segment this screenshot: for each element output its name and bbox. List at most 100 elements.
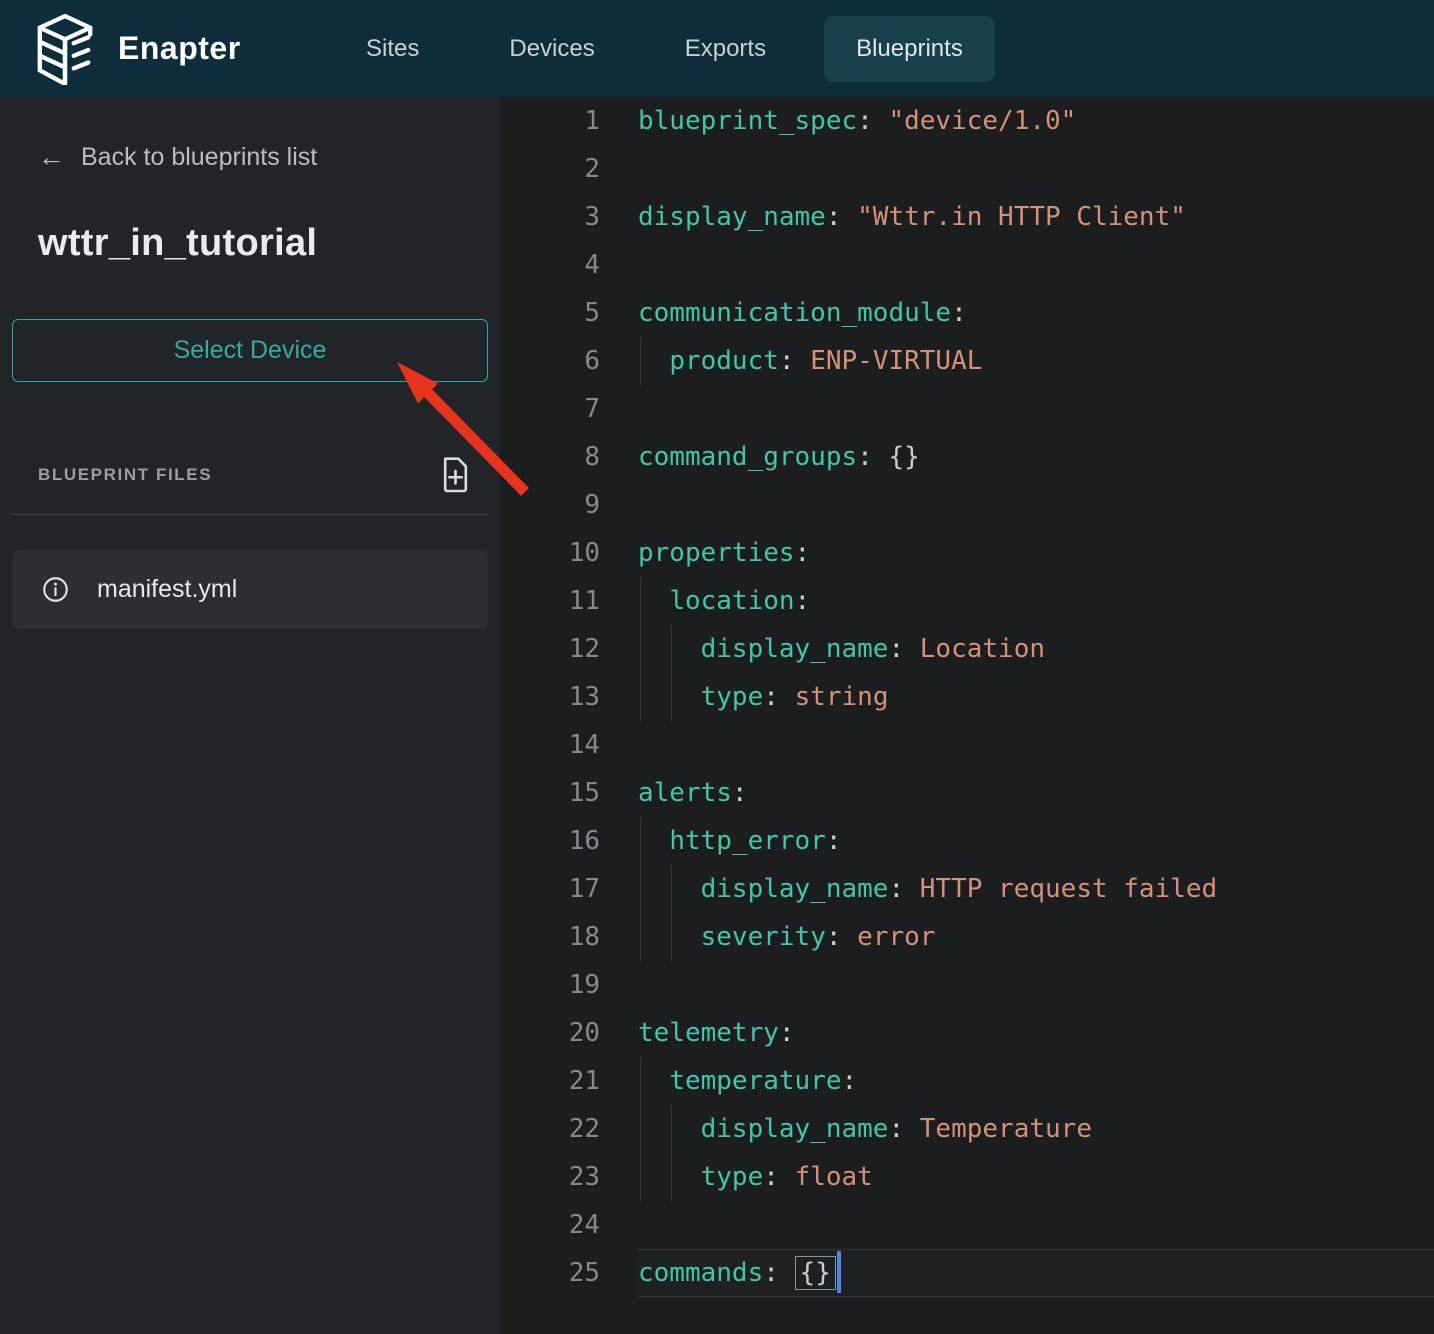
back-link-label: Back to blueprints list (81, 143, 317, 172)
editor-line-5[interactable]: 5communication_module: (500, 289, 1434, 337)
code-token-key: product (669, 346, 779, 376)
line-number: 9 (500, 481, 600, 529)
code-line-content (638, 241, 1434, 289)
code-line-content (638, 145, 1434, 193)
brand[interactable]: Enapter (34, 13, 334, 85)
editor-line-23[interactable]: 23 type: float (500, 1153, 1434, 1201)
line-number: 1 (500, 97, 600, 145)
editor-line-7[interactable]: 7 (500, 385, 1434, 433)
line-number: 22 (500, 1105, 600, 1153)
nav-item-sites[interactable]: Sites (334, 16, 451, 82)
code-line-content: commands: {} (638, 1249, 1434, 1297)
editor-line-25[interactable]: 25commands: {} (500, 1249, 1434, 1297)
indent-guide (640, 1105, 641, 1153)
editor-line-2[interactable]: 2 (500, 145, 1434, 193)
code-token-str: HTTP request failed (920, 874, 1217, 904)
editor-line-22[interactable]: 22 display_name: Temperature (500, 1105, 1434, 1153)
code-line-content (638, 961, 1434, 1009)
code-token-key: type (701, 1162, 764, 1192)
bracket-pair-highlight: {} (795, 1256, 836, 1290)
line-number: 23 (500, 1153, 600, 1201)
code-line-content: http_error: (638, 817, 1434, 865)
editor-line-4[interactable]: 4 (500, 241, 1434, 289)
editor-line-12[interactable]: 12 display_name: Location (500, 625, 1434, 673)
code-line-content (638, 721, 1434, 769)
code-line-content: display_name: Location (638, 625, 1434, 673)
line-number: 13 (500, 673, 600, 721)
code-token-punc: : (826, 922, 857, 952)
sidebar-divider (12, 514, 488, 515)
code-token-key: display_name (701, 1114, 889, 1144)
code-token-punc: : (888, 874, 919, 904)
code-token-punc: : (763, 1162, 794, 1192)
code-token-str: error (857, 922, 935, 952)
code-token-key: commands (638, 1258, 763, 1288)
code-token-key: display_name (701, 874, 889, 904)
sidebar: ← Back to blueprints list wttr_in_tutori… (0, 97, 500, 1334)
editor-line-17[interactable]: 17 display_name: HTTP request failed (500, 865, 1434, 913)
line-number: 18 (500, 913, 600, 961)
editor-line-10[interactable]: 10properties: (500, 529, 1434, 577)
line-number: 20 (500, 1009, 600, 1057)
nav-item-devices[interactable]: Devices (477, 16, 626, 82)
select-device-button[interactable]: Select Device (12, 319, 488, 382)
file-plus-icon (439, 455, 472, 494)
line-number: 10 (500, 529, 600, 577)
line-number: 3 (500, 193, 600, 241)
editor-line-6[interactable]: 6 product: ENP-VIRTUAL (500, 337, 1434, 385)
line-number: 16 (500, 817, 600, 865)
editor-line-24[interactable]: 24 (500, 1201, 1434, 1249)
editor-line-14[interactable]: 14 (500, 721, 1434, 769)
top-navbar: Enapter Sites Devices Exports Blueprints (0, 0, 1434, 97)
line-number: 6 (500, 337, 600, 385)
code-token-punc: : (857, 442, 888, 472)
nav-item-exports[interactable]: Exports (653, 16, 798, 82)
line-number: 24 (500, 1201, 600, 1249)
line-number: 17 (500, 865, 600, 913)
indent-guide (671, 625, 672, 673)
indent-guide (640, 865, 641, 913)
line-number: 12 (500, 625, 600, 673)
blueprint-title: wttr_in_tutorial (38, 222, 488, 265)
code-token-key: display_name (638, 202, 826, 232)
code-token-key: communication_module (638, 298, 951, 328)
nav-item-blueprints[interactable]: Blueprints (824, 16, 995, 82)
back-to-blueprints-link[interactable]: ← Back to blueprints list (38, 143, 317, 172)
editor-line-21[interactable]: 21 temperature: (500, 1057, 1434, 1105)
editor-line-15[interactable]: 15alerts: (500, 769, 1434, 817)
editor-line-19[interactable]: 19 (500, 961, 1434, 1009)
editor-line-16[interactable]: 16 http_error: (500, 817, 1434, 865)
enapter-logo-icon (34, 13, 96, 85)
editor-line-1[interactable]: 1 blueprint_spec: "device/1.0" (500, 97, 1434, 145)
editor-line-18[interactable]: 18 severity: error (500, 913, 1434, 961)
code-token-key: alerts (638, 778, 732, 808)
code-line-content: display_name: Temperature (638, 1105, 1434, 1153)
line-number: 7 (500, 385, 600, 433)
code-token-punc: : (888, 1114, 919, 1144)
blueprint-files-header: BLUEPRINT FILES (38, 455, 472, 494)
text-cursor (837, 1251, 841, 1293)
editor-line-20[interactable]: 20 telemetry: (500, 1009, 1434, 1057)
code-token-str: string (795, 682, 889, 712)
code-token-key: display_name (701, 634, 889, 664)
info-icon (42, 576, 69, 603)
main-nav: Sites Devices Exports Blueprints (334, 16, 995, 82)
code-line-content: blueprint_spec: "device/1.0" (638, 97, 1434, 145)
editor-line-3[interactable]: 3display_name: "Wttr.in HTTP Client" (500, 193, 1434, 241)
code-token-key: command_groups (638, 442, 857, 472)
code-line-content: display_name: HTTP request failed (638, 865, 1434, 913)
code-token-punc: : (732, 778, 748, 808)
code-editor[interactable]: 1blueprint_spec: "device/1.0"23display_n… (500, 97, 1434, 1334)
code-line-content: type: string (638, 673, 1434, 721)
file-row-manifest[interactable]: manifest.yml (12, 550, 488, 629)
indent-guide (640, 817, 641, 865)
code-line-content: telemetry: (638, 1009, 1434, 1057)
add-file-button[interactable] (439, 455, 472, 494)
editor-line-9[interactable]: 9 (500, 481, 1434, 529)
editor-line-11[interactable]: 11 location: (500, 577, 1434, 625)
editor-line-13[interactable]: 13 type: string (500, 673, 1434, 721)
editor-line-8[interactable]: 8command_groups: {} (500, 433, 1434, 481)
code-token-str: "device/1.0" (888, 106, 1076, 136)
line-number: 11 (500, 577, 600, 625)
code-line-content: command_groups: {} (638, 433, 1434, 481)
